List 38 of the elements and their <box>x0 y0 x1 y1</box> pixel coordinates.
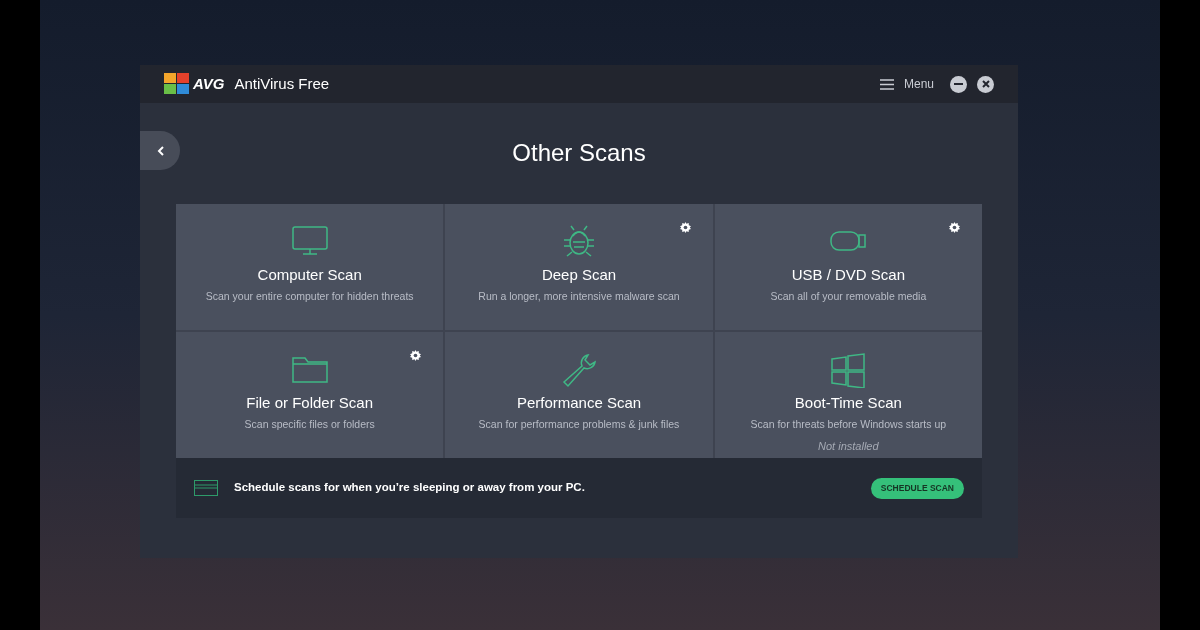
tile-description: Scan all of your removable media <box>770 288 927 304</box>
tile-title: Boot-Time Scan <box>794 393 902 413</box>
menu-button[interactable]: Menu <box>879 75 934 93</box>
logo-icon <box>164 73 190 95</box>
wrench-icon <box>560 352 598 388</box>
scan-tile[interactable]: USB / DVD Scan Scan all of your removable media <box>714 204 982 330</box>
window-title: AntiVirus Free <box>234 73 330 94</box>
minimize-button[interactable] <box>950 75 967 93</box>
tile-title: File or Folder Scan <box>246 393 373 413</box>
minimize-icon <box>954 83 963 85</box>
tile-description: Scan for performance problems & junk files <box>478 416 680 432</box>
schedule-text: Schedule scans for when you’re sleeping or away from your PC. <box>234 480 585 496</box>
tile-description: Scan your entire computer for hidden threats <box>205 288 414 304</box>
tile-title: Deep Scan <box>541 265 617 285</box>
status-note: Not installed <box>818 438 879 454</box>
scan-tile[interactable]: Performance Scan Scan for performance problems & junk files <box>445 332 713 458</box>
menu-icon <box>879 78 894 90</box>
tile-description: Scan specific files or folders <box>244 416 375 432</box>
schedule-scan-button[interactable]: SCHEDULE SCAN <box>870 477 964 499</box>
tile-description: Scan for threats before Windows starts up <box>750 416 947 432</box>
scan-tile[interactable]: Deep Scan Run a longer, more intensive malware scan <box>445 204 713 330</box>
close-icon <box>981 80 990 88</box>
calendar-icon <box>194 480 218 496</box>
windows-logo-icon <box>829 352 868 388</box>
close-button[interactable] <box>977 75 994 93</box>
scan-tile[interactable]: Boot-Time Scan Scan for threats before Windows starts up Not installed <box>714 332 982 458</box>
scan-tile[interactable]: Computer Scan Scan your entire computer for hidden threats <box>176 204 444 330</box>
page-title: Other Scans <box>512 137 646 168</box>
tile-title: Performance Scan <box>516 393 642 413</box>
scan-tile[interactable]: File or Folder Scan Scan specific files or folders <box>176 332 444 458</box>
logo-text: AVG <box>193 73 225 94</box>
back-icon <box>156 145 164 156</box>
settings-icon[interactable] <box>410 350 422 361</box>
tile-title: Computer Scan <box>257 265 362 285</box>
settings-icon[interactable] <box>949 222 960 233</box>
tile-title: USB / DVD Scan <box>791 265 905 285</box>
settings-icon[interactable] <box>679 222 691 233</box>
tile-description: Run a longer, more intensive malware scan <box>478 288 680 304</box>
